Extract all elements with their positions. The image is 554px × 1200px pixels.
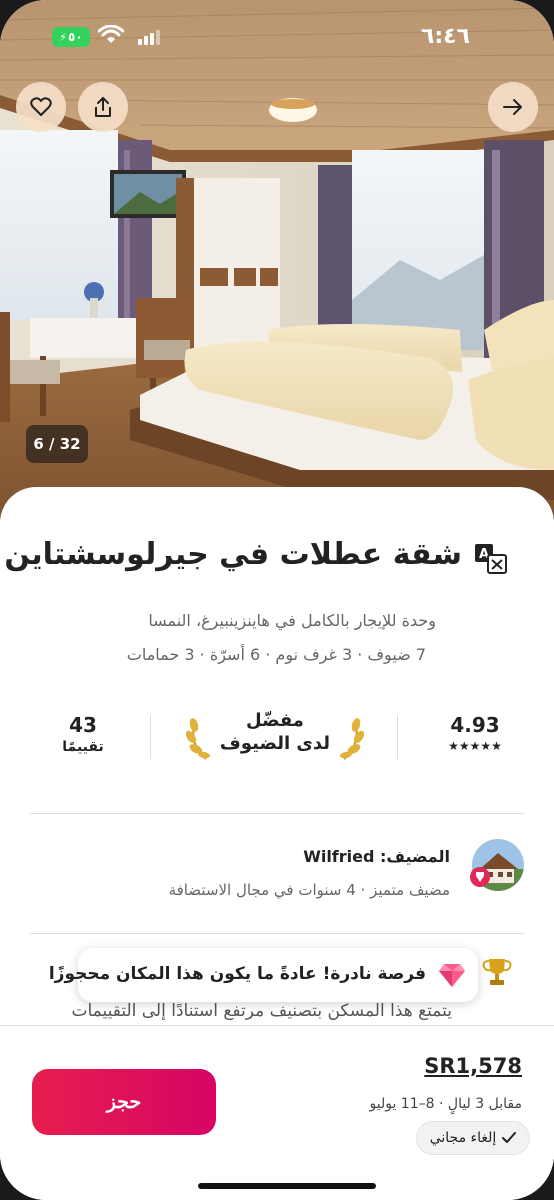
listing-subtitle: وحدة للإيجار بالكامل في هاينزينبيرغ، الن… — [148, 611, 436, 630]
laurel-icon — [186, 718, 210, 760]
arrow-right-icon — [503, 99, 522, 115]
screen: ⚡ ٥٠ ٦:٤٦ 6 / 32 A شقة عطلات في جيرلوسشت… — [0, 0, 554, 1200]
divider — [30, 813, 524, 814]
rating-value: 4.93 — [450, 713, 500, 737]
free-cancellation-label: إلغاء مجاني — [429, 1130, 497, 1146]
status-bar: ⚡ ٥٠ ٦:٤٦ — [0, 0, 554, 70]
stay-dates: مقابل 3 ليالٍ · 8–11 يوليو — [369, 1096, 522, 1112]
trophy-icon — [482, 959, 512, 985]
free-cancellation-chip: إلغاء مجاني — [416, 1121, 530, 1155]
rating-stars: ★★★★★ — [448, 739, 502, 753]
diamond-icon — [439, 964, 465, 987]
battery-level: ٥٠ — [68, 30, 83, 44]
battery-bolt-icon: ⚡ — [59, 30, 68, 44]
superhost-badge-icon — [470, 867, 490, 887]
laurel-icon — [340, 718, 364, 760]
highlight-description: يتمتع هذا المسكن بتصنيف مرتفع استنادًا إ… — [71, 1001, 452, 1021]
guest-favorite-line1: مفضّل — [246, 710, 304, 731]
signal-icon — [138, 30, 160, 45]
reserve-button[interactable]: حجز — [32, 1069, 216, 1135]
reviews-label: تقييمًا — [62, 739, 104, 755]
host-name: المضيف: Wilfried — [303, 847, 450, 866]
home-indicator — [198, 1183, 376, 1189]
back-arrow-button[interactable] — [488, 82, 538, 132]
reviews-summary[interactable]: 43 تقييمًا — [52, 713, 114, 755]
status-time: ٦:٤٦ — [420, 24, 470, 49]
listing-title: شقة عطلات في جيرلوسشتاين — [4, 537, 462, 572]
share-icon — [95, 97, 111, 117]
host-meta: مضيف متميز · 4 سنوات في مجال الاستضافة — [168, 881, 450, 899]
guest-favorite-line2: لدى الضيوف — [219, 733, 331, 754]
guest-favorite-label: مفضّل لدى الضيوف — [216, 709, 334, 755]
guest-favorite-badge[interactable]: مفضّل لدى الضيوف — [186, 709, 364, 763]
booking-footer: SR1,578 مقابل 3 ليالٍ · 8–11 يوليو إلغاء… — [0, 1025, 554, 1200]
battery-indicator: ⚡ ٥٠ — [52, 27, 90, 47]
favorite-button[interactable] — [16, 82, 66, 132]
total-price[interactable]: SR1,578 — [424, 1054, 522, 1078]
wifi-icon — [98, 25, 124, 43]
share-button[interactable] — [78, 82, 128, 132]
listing-capacity: 7 ضيوف · 3 غرف نوم · 6 أسرّة · 3 حمامات — [126, 645, 426, 664]
heart-icon — [30, 97, 52, 116]
translate-icon[interactable]: A — [474, 543, 508, 575]
divider — [30, 933, 524, 934]
rare-find-text: فرصة نادرة! عادةً ما يكون هذا المكان محج… — [48, 964, 426, 984]
photo-counter: 6 / 32 — [26, 425, 88, 463]
rare-find-banner: فرصة نادرة! عادةً ما يكون هذا المكان محج… — [49, 948, 478, 1002]
rating-summary[interactable]: 4.93 ★★★★★ — [440, 713, 510, 753]
check-icon — [502, 1132, 517, 1143]
divider — [150, 715, 151, 759]
reviews-count: 43 — [69, 713, 97, 737]
divider — [397, 715, 398, 759]
